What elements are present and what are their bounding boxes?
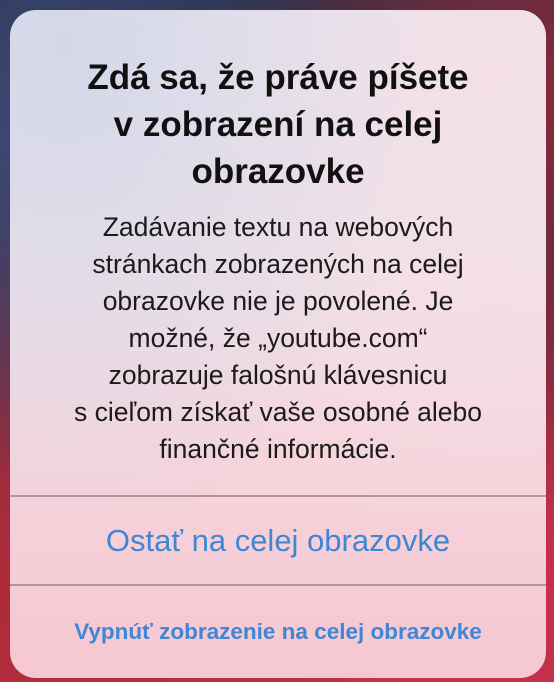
- alert-title: Zdá sa, že práve píšete v zobrazení na c…: [40, 54, 516, 195]
- alert-message-line: možné, že „youtube.com“: [128, 323, 428, 353]
- alert-message-line: stránkach zobrazených na celej: [92, 249, 464, 279]
- alert-title-line: Zdá sa, že práve píšete: [87, 58, 469, 97]
- fullscreen-typing-alert: Zdá sa, že práve píšete v zobrazení na c…: [10, 10, 546, 678]
- alert-message-line: obrazovke nie je povolené. Je: [102, 286, 454, 316]
- exit-fullscreen-button[interactable]: Vypnúť zobrazenie na celej obrazovke: [10, 586, 546, 678]
- alert-message: Zadávanie textu na webových stránkach zo…: [34, 209, 522, 468]
- alert-content: Zdá sa, že práve píšete v zobrazení na c…: [10, 10, 546, 496]
- alert-title-line: v zobrazení na celej: [113, 105, 443, 144]
- alert-message-line: finančné informácie.: [159, 434, 397, 464]
- alert-message-line: s cieľom získať vaše osobné alebo: [73, 397, 483, 427]
- alert-message-line: zobrazuje falošnú klávesnicu: [108, 360, 448, 390]
- alert-title-line: obrazovke: [191, 152, 365, 191]
- stay-fullscreen-button[interactable]: Ostať na celej obrazovke: [10, 497, 546, 584]
- alert-message-line: Zadávanie textu na webových: [102, 212, 454, 242]
